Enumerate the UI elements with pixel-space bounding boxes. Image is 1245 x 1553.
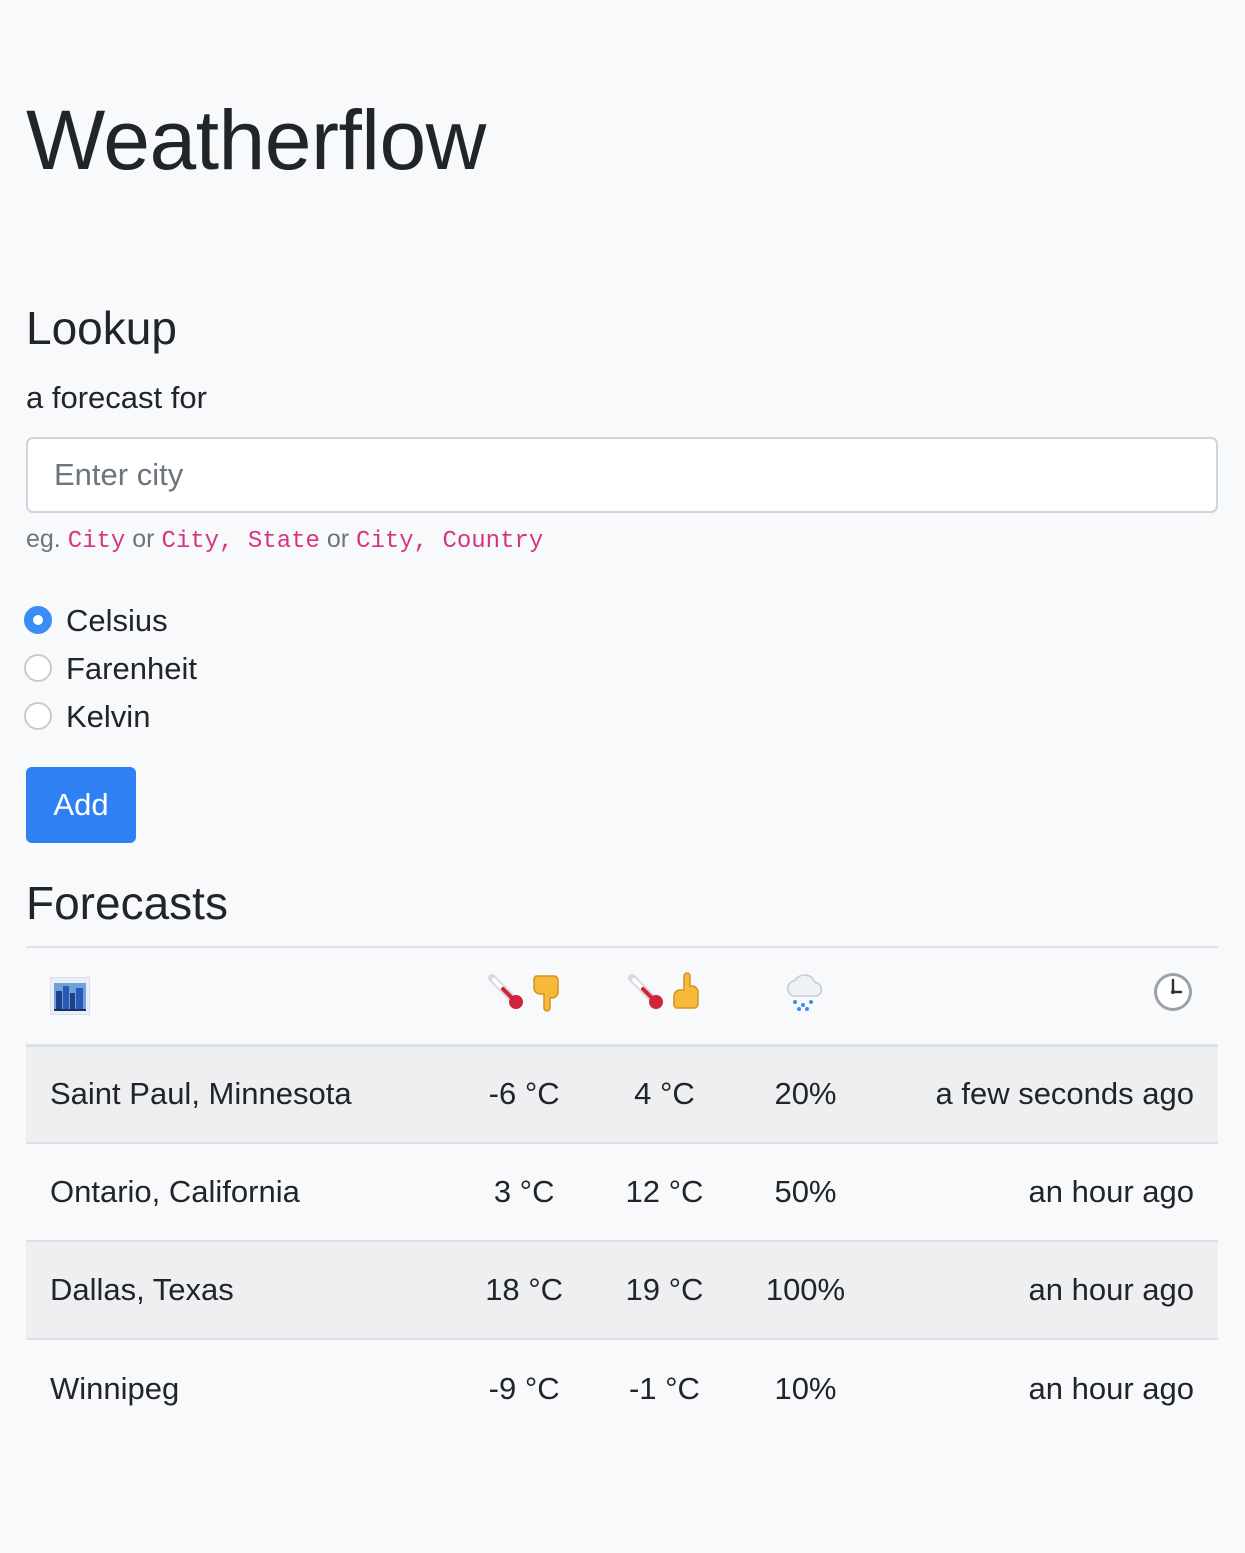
table-row: Dallas, Texas 18 °C 19 °C 100% an hour a… (26, 1241, 1218, 1339)
cell-high-temp: -1 °C (628, 1370, 700, 1406)
cell-low-temp: -6 °C (488, 1076, 560, 1112)
table-row: Ontario, California 3 °C 12 °C 50% an ho… (26, 1143, 1218, 1241)
cell-low-temp: 3 °C (493, 1174, 555, 1209)
cell-city: Ontario, California (50, 1174, 300, 1209)
hint-example-city: City (67, 528, 126, 555)
forecast-table: Saint Paul, Minnesota -6 °C 4 °C 20% a f… (26, 946, 1218, 1437)
header-city (26, 947, 454, 1045)
cell-low-temp: 18 °C (485, 1272, 564, 1307)
header-low-temp (454, 947, 594, 1045)
radio-button[interactable] (24, 654, 52, 682)
cell-precipitation: 20% (774, 1076, 837, 1112)
cell-updated: a few seconds ago (935, 1076, 1194, 1112)
forecasts-heading: Forecasts (26, 877, 228, 929)
radio-button-checked[interactable] (24, 606, 52, 634)
city-skyline-icon (50, 976, 430, 1015)
hint-example-city-country: City, Country (356, 528, 544, 555)
hint-prefix: eg. (26, 525, 61, 553)
pointing-down-icon (530, 972, 562, 1012)
city-input[interactable] (26, 437, 1218, 513)
table-header-row (26, 947, 1218, 1045)
hint-example-city-state: City, State (161, 528, 320, 555)
cell-high-temp: 4 °C (634, 1076, 695, 1112)
add-button[interactable]: Add (26, 767, 136, 843)
cell-city: Dallas, Texas (50, 1272, 234, 1307)
cell-updated: an hour ago (1028, 1272, 1194, 1307)
table-row: Winnipeg -9 °C -1 °C 10% an hour ago (26, 1339, 1218, 1437)
city-hint: eg. City or City, State or City, Country (26, 527, 543, 554)
cell-city: Saint Paul, Minnesota (50, 1076, 352, 1112)
radio-button[interactable] (24, 702, 52, 730)
unit-label: Farenheit (66, 650, 197, 686)
lookup-subheading: a forecast for (26, 380, 207, 415)
header-precipitation (735, 947, 877, 1045)
unit-label: Kelvin (66, 698, 151, 734)
unit-option-farenheit[interactable]: Farenheit (24, 644, 197, 692)
pointing-up-icon (670, 972, 702, 1012)
cell-city: Winnipeg (50, 1370, 180, 1406)
app-title: Weatherflow (26, 93, 486, 187)
cell-precipitation: 100% (765, 1272, 846, 1307)
cell-updated: an hour ago (1028, 1174, 1194, 1209)
header-updated (876, 947, 1218, 1045)
cell-high-temp: 19 °C (625, 1272, 704, 1307)
cell-precipitation: 50% (774, 1174, 837, 1209)
cell-high-temp: 12 °C (625, 1174, 704, 1209)
unit-option-kelvin[interactable]: Kelvin (24, 692, 197, 740)
rain-cloud-icon (783, 972, 827, 1012)
unit-label: Celsius (66, 602, 168, 638)
thermometer-icon (486, 972, 526, 1012)
lookup-heading: Lookup (26, 302, 177, 354)
hint-or: or (326, 525, 350, 553)
cell-updated: an hour ago (1028, 1370, 1194, 1406)
thermometer-icon (626, 972, 666, 1012)
unit-radio-group: Celsius Farenheit Kelvin (24, 596, 197, 740)
unit-option-celsius[interactable]: Celsius (24, 596, 197, 644)
table-row: Saint Paul, Minnesota -6 °C 4 °C 20% a f… (26, 1045, 1218, 1143)
clock-icon (1152, 971, 1194, 1013)
cell-low-temp: -9 °C (488, 1370, 560, 1406)
cell-precipitation: 10% (774, 1370, 837, 1406)
hint-or: or (132, 525, 155, 553)
header-high-temp (594, 947, 734, 1045)
